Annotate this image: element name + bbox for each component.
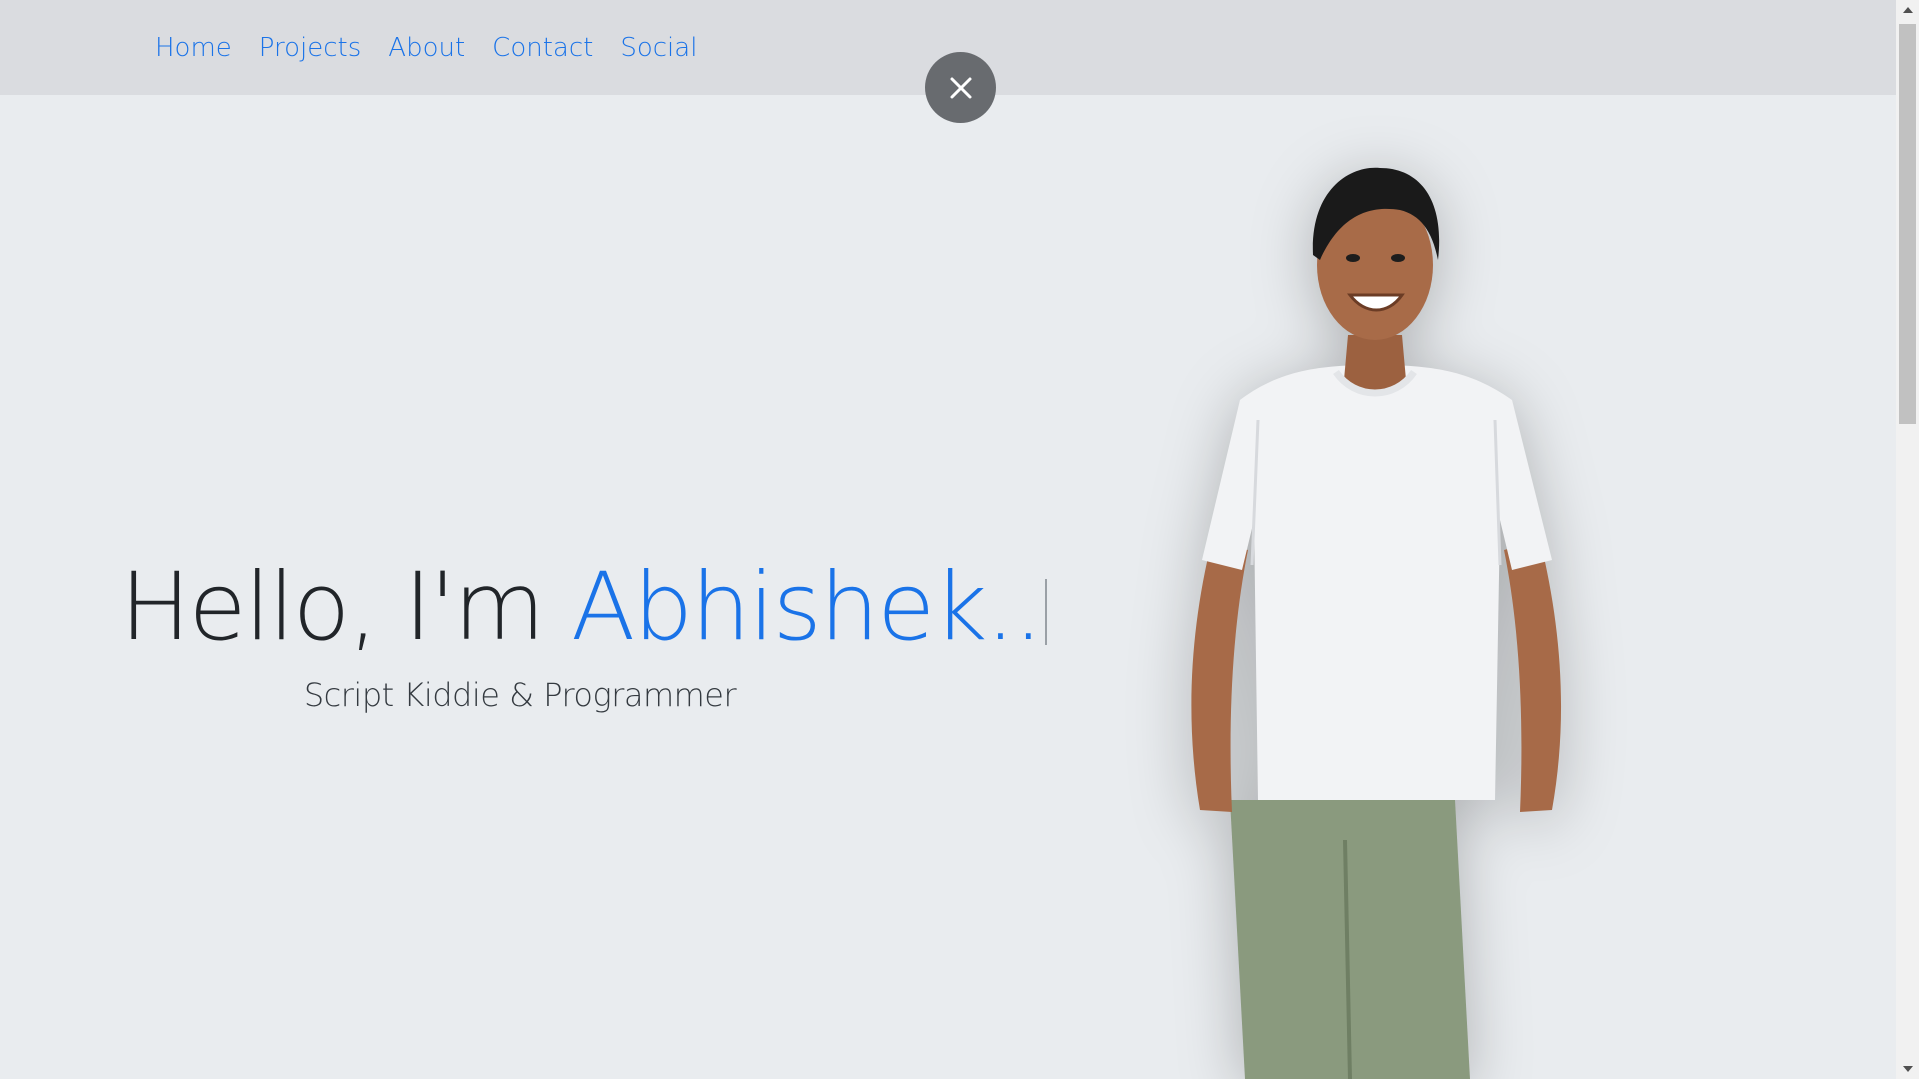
nav-links: Home Projects About Contact Social xyxy=(155,32,724,64)
scroll-thumb[interactable] xyxy=(1899,24,1916,424)
vertical-scrollbar[interactable] xyxy=(1896,0,1919,1079)
hero-greeting: Hello, I'm xyxy=(120,553,572,662)
close-icon xyxy=(950,77,971,98)
nav-projects-link[interactable]: Projects xyxy=(259,32,362,64)
hero-name: Abhishek.. xyxy=(571,553,1043,662)
scroll-down-arrow-icon[interactable] xyxy=(1896,1059,1919,1079)
hero-title: Hello, I'm Abhishek.. xyxy=(120,548,1048,668)
nav-social-link[interactable]: Social xyxy=(620,32,697,64)
person-photo xyxy=(1191,167,1562,1079)
nav-contact-link[interactable]: Contact xyxy=(492,32,593,64)
hero-subtitle: Script Kiddie & Programmer xyxy=(303,676,737,714)
scroll-up-arrow-icon[interactable] xyxy=(1896,0,1919,20)
typing-cursor xyxy=(1045,579,1048,645)
page: Home Projects About Contact Social Hello… xyxy=(0,0,1919,1079)
close-button[interactable] xyxy=(925,52,996,123)
nav-home-link[interactable]: Home xyxy=(155,32,232,64)
nav-about-link[interactable]: About xyxy=(388,32,465,64)
